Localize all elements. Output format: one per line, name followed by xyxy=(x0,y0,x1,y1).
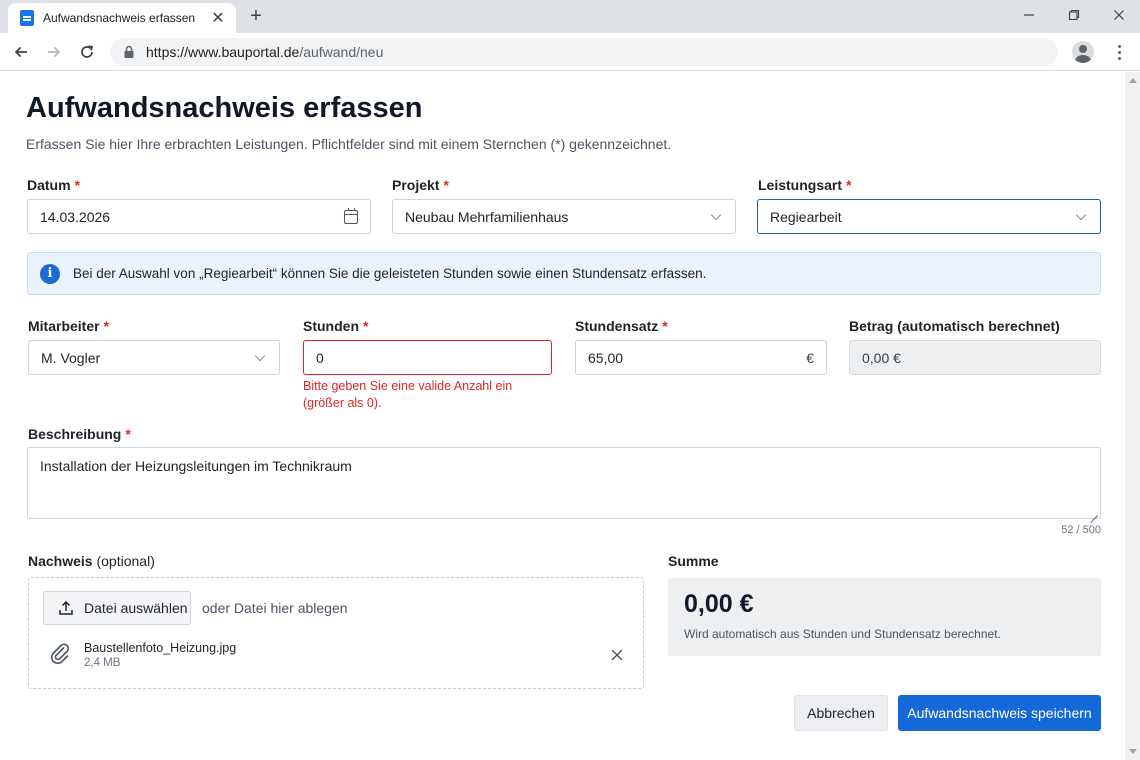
url-text: https://www.bauportal.de/aufwand/neu xyxy=(146,44,384,60)
file-dropzone[interactable]: Datei auswählen oder Datei hier ablegen … xyxy=(28,577,644,689)
stunden-error-message: Bitte geben Sie eine valide Anzahl ein (g… xyxy=(303,379,513,410)
currency-suffix: € xyxy=(806,349,814,366)
info-banner: i Bei der Auswahl von „Regiearbeit“ könn… xyxy=(27,252,1101,295)
summe-value: 0,00 € xyxy=(684,590,754,618)
drop-hint: oder Datei hier ablegen xyxy=(202,600,348,616)
address-bar[interactable]: https://www.bauportal.de/aufwand/neu xyxy=(110,38,1058,66)
attached-file-name: Baustellenfoto_Heizung.jpg xyxy=(84,641,237,655)
scroll-down-icon[interactable] xyxy=(1129,749,1137,754)
betrag-label: Betrag (automatisch berechnet) xyxy=(849,318,1060,334)
upload-icon xyxy=(58,600,74,616)
betrag-field: 0,00 € xyxy=(849,340,1101,375)
browser-toolbar: https://www.bauportal.de/aufwand/neu xyxy=(0,33,1140,71)
summe-box: 0,00 € Wird automatisch aus Stunden und … xyxy=(668,578,1101,656)
projekt-select[interactable]: Neubau Mehrfamilienhaus xyxy=(392,199,736,234)
document-icon xyxy=(20,10,34,26)
close-window-icon[interactable] xyxy=(1104,4,1134,26)
info-text: Bei der Auswahl von „Regiearbeit“ können… xyxy=(73,266,707,281)
back-icon[interactable] xyxy=(8,39,34,65)
summe-note: Wird automatisch aus Stunden und Stunden… xyxy=(684,627,1001,641)
summe-label: Summe xyxy=(668,553,719,569)
scroll-up-icon[interactable] xyxy=(1129,78,1137,83)
forward-icon[interactable] xyxy=(41,39,67,65)
page-title: Aufwandsnachweis erfassen xyxy=(26,92,423,124)
resize-handle-icon[interactable] xyxy=(1090,508,1098,516)
remove-file-icon[interactable] xyxy=(608,646,626,664)
cancel-button[interactable]: Abbrechen xyxy=(794,695,888,731)
attached-file-size: 2,4 MB xyxy=(84,657,121,669)
close-tab-icon[interactable]: ✕ xyxy=(208,8,228,28)
new-tab-icon[interactable]: + xyxy=(246,5,266,27)
character-counter: 52 / 500 xyxy=(1061,524,1101,536)
info-icon: i xyxy=(40,263,60,284)
chevron-down-icon xyxy=(255,350,265,361)
lock-icon xyxy=(122,45,136,59)
tab-title: Aufwandsnachweis erfassen xyxy=(43,11,196,25)
beschreibung-label: Beschreibung * xyxy=(28,426,131,442)
datum-field[interactable]: 14.03.2026 xyxy=(27,199,371,234)
choose-file-button[interactable]: Datei auswählen xyxy=(43,591,191,625)
calendar-icon[interactable] xyxy=(344,207,358,224)
paperclip-icon xyxy=(49,642,71,664)
more-menu-icon[interactable] xyxy=(1110,41,1128,63)
leistungsart-label: Leistungsart * xyxy=(758,177,852,193)
stundensatz-input[interactable]: 65,00 € xyxy=(575,340,827,375)
minimize-icon[interactable] xyxy=(1014,4,1044,26)
nachweis-label: Nachweis (optional) xyxy=(28,553,155,569)
stundensatz-label: Stundensatz * xyxy=(575,318,668,334)
beschreibung-textarea[interactable]: Installation der Heizungsleitungen im Te… xyxy=(27,447,1101,519)
stunden-input[interactable]: 0 xyxy=(303,340,552,375)
mitarbeiter-label: Mitarbeiter * xyxy=(28,318,110,334)
leistungsart-select[interactable]: Regiearbeit xyxy=(757,199,1101,234)
page-scrollbar[interactable] xyxy=(1125,72,1140,760)
browser-tab[interactable]: Aufwandsnachweis erfassen ✕ xyxy=(8,3,236,33)
projekt-label: Projekt * xyxy=(392,177,449,193)
restore-icon[interactable] xyxy=(1059,4,1089,26)
chevron-down-icon xyxy=(711,209,721,220)
browser-tabbar: Aufwandsnachweis erfassen ✕ + xyxy=(0,0,1140,33)
profile-avatar-icon[interactable] xyxy=(1072,41,1094,63)
save-button[interactable]: Aufwandsnachweis speichern xyxy=(898,695,1101,731)
reload-icon[interactable] xyxy=(74,39,100,65)
page-subtitle: Erfassen Sie hier Ihre erbrachten Leistu… xyxy=(26,136,672,152)
mitarbeiter-select[interactable]: M. Vogler xyxy=(28,340,280,375)
datum-label: Datum * xyxy=(27,177,81,193)
chevron-down-icon xyxy=(1076,209,1086,220)
stunden-label: Stunden * xyxy=(303,318,369,334)
